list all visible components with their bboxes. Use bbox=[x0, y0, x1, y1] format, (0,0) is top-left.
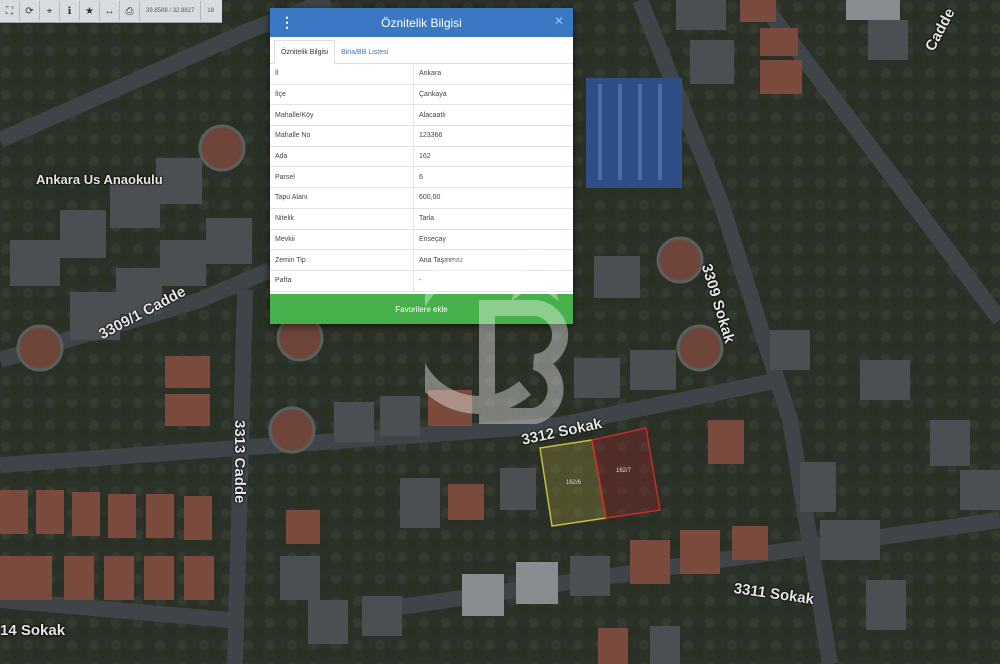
tab-bina-listesi[interactable]: Bina/BB Listesi bbox=[335, 41, 394, 63]
attribute-key: İlçe bbox=[270, 84, 414, 106]
attribute-value: Tarla bbox=[413, 208, 573, 230]
measure-icon[interactable]: ↔ bbox=[100, 1, 120, 21]
info-icon[interactable]: ℹ bbox=[60, 1, 80, 21]
attribute-value: 6 bbox=[413, 166, 573, 189]
parcel-label-2[interactable]: 162/7 bbox=[616, 468, 631, 474]
attribute-key: Mahalle No bbox=[270, 125, 414, 147]
attribute-key: Zemin Tip bbox=[270, 249, 414, 271]
star-icon[interactable]: ★ bbox=[80, 1, 100, 21]
attribute-key: Ada bbox=[270, 146, 414, 168]
attribute-row: Nitelik Tarla bbox=[270, 208, 573, 230]
dialog-header: ⋮ Öznitelik Bilgisi ✕ bbox=[270, 8, 573, 37]
dialog-tabs: Öznitelik Bilgisi Bina/BB Listesi bbox=[270, 37, 573, 64]
tab-oznitelik[interactable]: Öznitelik Bilgisi bbox=[274, 40, 336, 64]
attribute-row: İlçe Çankaya bbox=[270, 84, 573, 106]
parcel-label-1[interactable]: 162/6 bbox=[566, 480, 581, 486]
attribute-value: Ankara bbox=[413, 64, 573, 85]
label-14-sokak: 14 Sokak bbox=[0, 622, 66, 639]
attribute-key: Mahalle/Köy bbox=[270, 104, 414, 127]
attribute-row: Tapu Alanı 600,00 bbox=[270, 187, 573, 209]
attribute-key: İl bbox=[270, 64, 414, 85]
attribute-key: Parsel bbox=[270, 166, 414, 189]
attribute-key: Tapu Alanı bbox=[270, 187, 414, 209]
refresh-icon[interactable]: ⟳ bbox=[20, 1, 40, 21]
dialog-title: Öznitelik Bilgisi bbox=[381, 15, 462, 30]
attribute-key: Nitelik bbox=[270, 208, 414, 230]
attribute-value: Alacaatlı bbox=[413, 104, 573, 127]
watermark-logo bbox=[425, 238, 574, 424]
menu-icon[interactable]: ⋮ bbox=[280, 14, 294, 31]
attribute-row: Parsel 6 bbox=[270, 166, 573, 189]
label-3313-cadde: 3313 Cadde bbox=[231, 420, 248, 504]
attribute-row: Mahalle No 123366 bbox=[270, 125, 573, 147]
attribute-value: Çankaya bbox=[413, 84, 573, 106]
coordinate-readout: 39.8588 / 32.8827 bbox=[140, 1, 202, 21]
close-icon[interactable]: ✕ bbox=[554, 14, 564, 28]
zoom-level: 18 bbox=[207, 8, 215, 14]
attribute-value: 162 bbox=[413, 146, 573, 168]
attribute-value: 600,00 bbox=[413, 187, 573, 209]
crosshair-icon[interactable]: ⌖ bbox=[40, 1, 60, 21]
print-icon[interactable]: ⎙ bbox=[120, 1, 140, 21]
attribute-key: Pafta bbox=[270, 270, 414, 292]
attribute-row: Mahalle/Köy Alacaatlı bbox=[270, 104, 573, 127]
map-toolbar: ⛶ ⟳ ⌖ ℹ ★ ↔ ⎙ 39.8588 / 32.8827 18 bbox=[0, 0, 222, 23]
label-anaokulu: Ankara Us Anaokulu bbox=[36, 172, 163, 187]
attribute-row: Ada 162 bbox=[270, 146, 573, 168]
expand-icon[interactable]: ⛶ bbox=[0, 1, 20, 21]
attribute-row: İl Ankara bbox=[270, 64, 573, 85]
attribute-key: Mevkii bbox=[270, 229, 414, 251]
attribute-value: 123366 bbox=[413, 125, 573, 147]
